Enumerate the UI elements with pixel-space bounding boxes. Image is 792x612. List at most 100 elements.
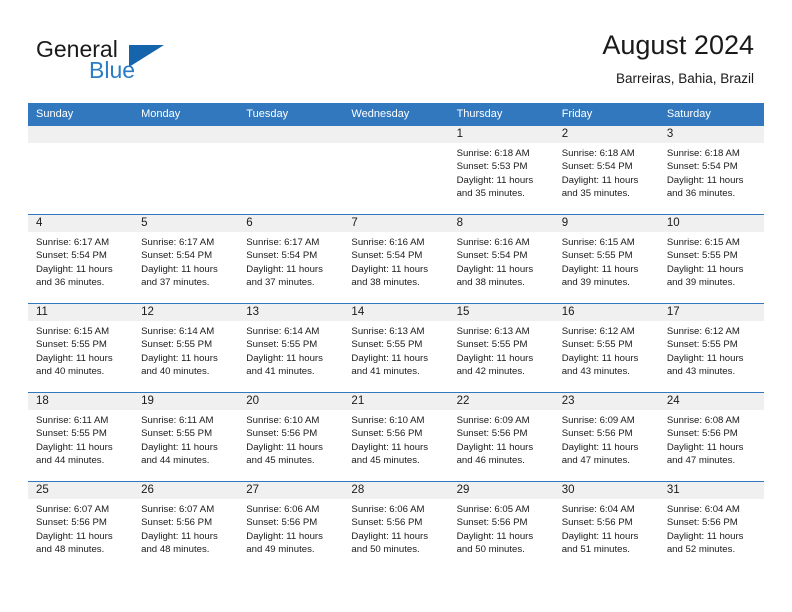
sunrise-text: Sunrise: 6:13 AM — [351, 326, 425, 337]
daylight-text-line2: and 43 minutes. — [561, 366, 630, 378]
calendar-day-cell[interactable]: 31 Sunrise: 6:04 AM Sunset: 5:56 PM Dayligh… — [658, 481, 764, 571]
calendar-day-cell[interactable]: 25 Sunrise: 6:07 AM Sunset: 5:56 PM Dayligh… — [28, 481, 134, 571]
calendar-day-cell[interactable]: 26 Sunrise: 6:07 AM Sunset: 5:56 PM Dayligh… — [133, 481, 239, 571]
calendar-day-cell[interactable]: 9 Sunrise: 6:15 AM Sunset: 5:55 PM Daylight… — [553, 214, 659, 304]
calendar-page: General Blue August 2024 Barreiras, Bahi… — [0, 0, 792, 612]
calendar-day-cell[interactable]: 8 Sunrise: 6:16 AM Sunset: 5:54 PM Daylight… — [448, 214, 554, 304]
day-details: Sunrise: 6:18 AM Sunset: 5:54 PM Daylight:… — [659, 143, 764, 201]
day-number: 31 — [658, 482, 764, 499]
calendar-day-cell[interactable]: 23 Sunrise: 6:09 AM Sunset: 5:56 PM Dayligh… — [553, 392, 659, 482]
sunrise-text: Sunrise: 6:13 AM — [456, 326, 530, 337]
day-details: Sunrise: 6:09 AM Sunset: 5:56 PM Daylight:… — [554, 410, 659, 468]
day-number: 16 — [553, 304, 659, 321]
daylight-text-line1: Daylight: 11 hours — [561, 441, 639, 453]
sunrise-text: Sunrise: 6:09 AM — [456, 415, 530, 426]
day-details: Sunrise: 6:11 AM Sunset: 5:55 PM Daylight:… — [28, 410, 133, 468]
sunset-text: Sunset: 5:55 PM — [561, 250, 633, 262]
day-number: 3 — [658, 126, 764, 143]
calendar-day-cell[interactable]: 12 Sunrise: 6:14 AM Sunset: 5:55 PM Dayligh… — [133, 303, 239, 393]
calendar-day-cell[interactable]: 27 Sunrise: 6:06 AM Sunset: 5:56 PM Dayligh… — [238, 481, 344, 571]
sunset-text: Sunset: 5:55 PM — [351, 339, 423, 351]
calendar-day-cell[interactable]: 29 Sunrise: 6:05 AM Sunset: 5:56 PM Dayligh… — [448, 481, 554, 571]
day-details: Sunrise: 6:18 AM Sunset: 5:53 PM Daylight:… — [449, 143, 554, 201]
day-details: Sunrise: 6:18 AM Sunset: 5:54 PM Daylight:… — [554, 143, 659, 201]
day-details: Sunrise: 6:16 AM Sunset: 5:54 PM Daylight:… — [343, 232, 448, 290]
sunset-text: Sunset: 5:56 PM — [351, 428, 423, 440]
calendar-day-cell[interactable]: 21 Sunrise: 6:10 AM Sunset: 5:56 PM Dayligh… — [343, 392, 449, 482]
calendar-day-cell[interactable]: 22 Sunrise: 6:09 AM Sunset: 5:56 PM Dayligh… — [448, 392, 554, 482]
daylight-text-line2: and 36 minutes. — [36, 277, 105, 289]
day-details: Sunrise: 6:10 AM Sunset: 5:56 PM Daylight:… — [343, 410, 448, 468]
calendar-day-cell[interactable]: 30 Sunrise: 6:04 AM Sunset: 5:56 PM Dayligh… — [553, 481, 659, 571]
daylight-text-line1: Daylight: 11 hours — [456, 530, 534, 542]
calendar-day-cell[interactable]: 19 Sunrise: 6:11 AM Sunset: 5:55 PM Dayligh… — [133, 392, 239, 482]
calendar-day-cell[interactable]: 7 Sunrise: 6:16 AM Sunset: 5:54 PM Daylight… — [343, 214, 449, 304]
daylight-text-line1: Daylight: 11 hours — [141, 441, 218, 453]
day-number — [133, 126, 239, 143]
calendar-day-cell[interactable]: 5 Sunrise: 6:17 AM Sunset: 5:54 PM Daylight… — [133, 214, 239, 304]
day-number: 13 — [238, 304, 344, 321]
day-number: 8 — [448, 215, 554, 232]
calendar-day-cell[interactable]: 4 Sunrise: 6:17 AM Sunset: 5:54 PM Daylight… — [28, 214, 134, 304]
daylight-text-line2: and 43 minutes. — [666, 366, 736, 378]
daylight-text-line2: and 51 minutes. — [561, 544, 630, 556]
sunrise-text: Sunrise: 6:14 AM — [141, 326, 215, 337]
sunset-text: Sunset: 5:55 PM — [141, 339, 213, 351]
daylight-text-line2: and 40 minutes. — [36, 366, 105, 378]
day-number: 27 — [238, 482, 344, 499]
calendar-day-cell[interactable]: 3 Sunrise: 6:18 AM Sunset: 5:54 PM Daylight… — [658, 125, 764, 215]
calendar-day-cell[interactable]: 6 Sunrise: 6:17 AM Sunset: 5:54 PM Daylight… — [238, 214, 344, 304]
daylight-text-line1: Daylight: 11 hours — [456, 174, 534, 186]
brand-logo[interactable]: General Blue — [36, 36, 216, 88]
calendar-day-cell[interactable]: 13 Sunrise: 6:14 AM Sunset: 5:55 PM Dayligh… — [238, 303, 344, 393]
daylight-text-line1: Daylight: 11 hours — [36, 263, 113, 275]
sunset-text: Sunset: 5:54 PM — [666, 161, 738, 173]
day-number: 10 — [658, 215, 764, 232]
sunrise-text: Sunrise: 6:07 AM — [36, 504, 110, 515]
day-details — [343, 143, 448, 147]
sunset-text: Sunset: 5:54 PM — [456, 250, 528, 262]
daylight-text-line2: and 39 minutes. — [666, 277, 736, 289]
calendar-day-cell[interactable]: 1 Sunrise: 6:18 AM Sunset: 5:53 PM Daylight… — [448, 125, 554, 215]
day-number: 1 — [448, 126, 554, 143]
day-number: 22 — [448, 393, 554, 410]
weekday-header-friday: Friday — [553, 103, 659, 126]
day-details: Sunrise: 6:15 AM Sunset: 5:55 PM Daylight:… — [659, 232, 764, 290]
day-details: Sunrise: 6:12 AM Sunset: 5:55 PM Daylight:… — [554, 321, 659, 379]
sunset-text: Sunset: 5:55 PM — [561, 339, 633, 351]
daylight-text-line1: Daylight: 11 hours — [246, 441, 323, 453]
calendar-cell-empty — [343, 125, 449, 215]
calendar-day-cell[interactable]: 18 Sunrise: 6:11 AM Sunset: 5:55 PM Dayligh… — [28, 392, 134, 482]
calendar-day-cell[interactable]: 16 Sunrise: 6:12 AM Sunset: 5:55 PM Dayligh… — [553, 303, 659, 393]
day-details: Sunrise: 6:11 AM Sunset: 5:55 PM Daylight:… — [133, 410, 238, 468]
calendar-day-cell[interactable]: 17 Sunrise: 6:12 AM Sunset: 5:55 PM Dayligh… — [658, 303, 764, 393]
weekday-header-sunday: Sunday — [28, 103, 134, 126]
sunrise-text: Sunrise: 6:10 AM — [351, 415, 425, 426]
day-number: 28 — [343, 482, 449, 499]
calendar-day-cell[interactable]: 14 Sunrise: 6:13 AM Sunset: 5:55 PM Dayligh… — [343, 303, 449, 393]
calendar-day-cell[interactable]: 24 Sunrise: 6:08 AM Sunset: 5:56 PM Dayligh… — [658, 392, 764, 482]
daylight-text-line2: and 48 minutes. — [36, 544, 105, 556]
brand-name-blue: Blue — [89, 57, 136, 83]
calendar-cell-empty — [133, 125, 239, 215]
weekday-header-thursday: Thursday — [448, 103, 554, 126]
day-number: 9 — [553, 215, 659, 232]
day-details: Sunrise: 6:13 AM Sunset: 5:55 PM Daylight:… — [449, 321, 554, 379]
calendar-week-row: 4 Sunrise: 6:17 AM Sunset: 5:54 PM Daylight… — [28, 214, 764, 304]
daylight-text-line1: Daylight: 11 hours — [141, 263, 218, 275]
calendar-day-cell[interactable]: 2 Sunrise: 6:18 AM Sunset: 5:54 PM Daylight… — [553, 125, 659, 215]
calendar-week-row: 1 Sunrise: 6:18 AM Sunset: 5:53 PM Daylight… — [28, 125, 764, 215]
page-title: August 2024 — [602, 30, 754, 60]
sunset-text: Sunset: 5:56 PM — [561, 517, 633, 529]
day-details: Sunrise: 6:16 AM Sunset: 5:54 PM Daylight:… — [449, 232, 554, 290]
calendar-day-cell[interactable]: 10 Sunrise: 6:15 AM Sunset: 5:55 PM Dayligh… — [658, 214, 764, 304]
sunrise-text: Sunrise: 6:15 AM — [666, 237, 740, 248]
calendar-day-cell[interactable]: 11 Sunrise: 6:15 AM Sunset: 5:55 PM Dayligh… — [28, 303, 134, 393]
sunset-text: Sunset: 5:54 PM — [36, 250, 107, 262]
calendar-day-cell[interactable]: 15 Sunrise: 6:13 AM Sunset: 5:55 PM Dayligh… — [448, 303, 554, 393]
sunset-text: Sunset: 5:56 PM — [666, 517, 738, 529]
calendar-day-cell[interactable]: 20 Sunrise: 6:10 AM Sunset: 5:56 PM Dayligh… — [238, 392, 344, 482]
page-header: General Blue August 2024 Barreiras, Bahi… — [0, 0, 792, 103]
calendar-day-cell[interactable]: 28 Sunrise: 6:06 AM Sunset: 5:56 PM Dayligh… — [343, 481, 449, 571]
daylight-text-line1: Daylight: 11 hours — [561, 263, 639, 275]
